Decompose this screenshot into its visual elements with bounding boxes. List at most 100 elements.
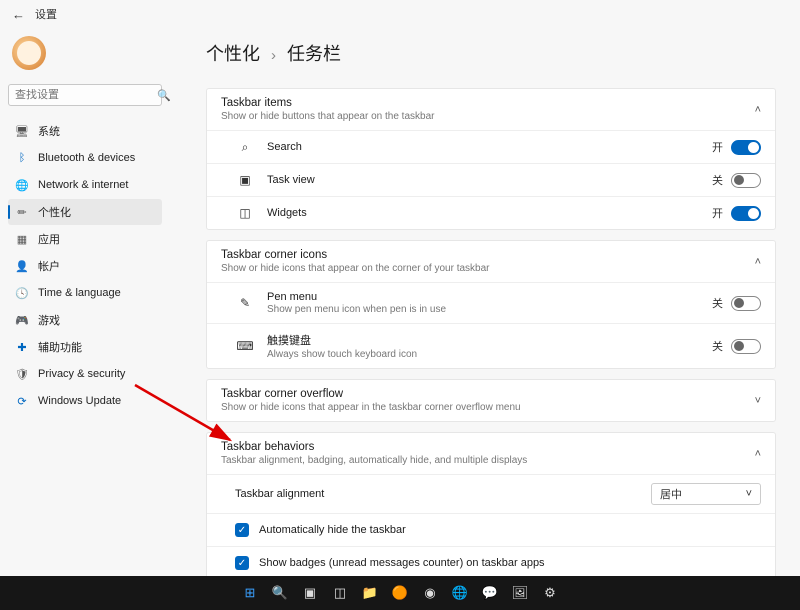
alignment-dropdown[interactable]: 居中 ˅: [651, 483, 761, 505]
sidebar-item[interactable]: 🖥系统: [8, 118, 162, 144]
label: Taskbar alignment: [235, 488, 324, 500]
nav-icon: ▦: [14, 233, 30, 246]
section-subtitle: Show or hide buttons that appear on the …: [221, 111, 755, 122]
setting-row: ⌨ 触摸键盘Always show touch keyboard icon关: [207, 323, 775, 368]
sidebar-item[interactable]: ᛒ Bluetooth & devices: [8, 145, 162, 171]
sidebar-item-label: Windows Update: [38, 395, 121, 407]
checkbox-row[interactable]: ✓ Automatically hide the taskbar: [207, 513, 775, 546]
toggle-state: 关: [712, 338, 723, 354]
nav-icon: 🛡: [14, 368, 30, 381]
sidebar-item-label: 个性化: [38, 204, 71, 220]
sidebar-item-label: 系统: [38, 123, 60, 139]
search-box[interactable]: 🔍: [8, 84, 162, 106]
row-label: Pen menu: [267, 291, 712, 303]
back-button[interactable]: ←: [12, 7, 25, 22]
checkbox[interactable]: ✓: [235, 523, 249, 537]
widgets-icon[interactable]: ◫: [329, 582, 351, 604]
sidebar-item[interactable]: ▦ 应用: [8, 226, 162, 252]
chrome-icon[interactable]: ◉: [419, 582, 441, 604]
section-subtitle: Show or hide icons that appear on the co…: [221, 263, 755, 274]
edge-icon[interactable]: 🌐: [449, 582, 471, 604]
chevron-down-icon: ˅: [755, 395, 761, 407]
row-sublabel: Show pen menu icon when pen is in use: [267, 304, 712, 315]
search-input[interactable]: [15, 89, 157, 101]
app-title: 设置: [35, 6, 57, 22]
checkbox-row[interactable]: ✓Show badges (unread messages counter) o…: [207, 546, 775, 576]
row-label: Search: [267, 141, 712, 153]
nav-icon: ✏: [14, 206, 30, 219]
chevron-right-icon: ›: [271, 47, 276, 64]
section-header[interactable]: Taskbar items Show or hide buttons that …: [207, 89, 775, 130]
start-button[interactable]: ⊞: [239, 582, 261, 604]
dropdown-value: 居中: [660, 486, 682, 502]
sidebar: 🔍 🖥系统 ᛒ Bluetooth & devices 🌐 Network & inte…: [0, 28, 170, 576]
sidebar-item[interactable]: ✏ 个性化: [8, 199, 162, 225]
content-area: 个性化 › 任务栏 Taskbar items Show or hide but…: [170, 28, 800, 576]
row-sublabel: Always show touch keyboard icon: [267, 349, 712, 360]
row-icon: ✎: [235, 296, 255, 310]
settings-icon[interactable]: ⚙: [539, 582, 561, 604]
sidebar-item-label: 游戏: [38, 312, 60, 328]
app-icon[interactable]: 💬: [479, 582, 501, 604]
row-taskbar-alignment: Taskbar alignment 居中 ˅: [207, 474, 775, 513]
sidebar-item-label: Bluetooth & devices: [38, 152, 135, 164]
row-icon: ⌨: [235, 339, 255, 353]
sidebar-item-label: Network & internet: [38, 179, 128, 191]
sidebar-item[interactable]: 👤 帐户: [8, 253, 162, 279]
toggle-switch[interactable]: [731, 296, 761, 311]
setting-row: ⌕ Search开: [207, 130, 775, 163]
setting-row: ◫ Widgets开: [207, 196, 775, 229]
section-header[interactable]: Taskbar corner overflow Show or hide ico…: [207, 380, 775, 421]
setting-row: ▣Task view关: [207, 163, 775, 196]
toggle-switch[interactable]: [731, 339, 761, 354]
sidebar-item-label: 帐户: [38, 258, 60, 274]
chevron-up-icon: ˄: [755, 448, 761, 460]
toggle-switch[interactable]: [731, 140, 761, 155]
sidebar-item[interactable]: 🛡 Privacy & security: [8, 361, 162, 387]
app-icon[interactable]: 🖼: [509, 582, 531, 604]
breadcrumb-current: 任务栏: [287, 44, 341, 64]
search-icon: 🔍: [157, 89, 171, 102]
breadcrumb-parent[interactable]: 个性化: [206, 44, 260, 64]
breadcrumb: 个性化 › 任务栏: [206, 40, 776, 66]
section-header[interactable]: Taskbar corner icons Show or hide icons …: [207, 241, 775, 282]
chevron-up-icon: ˄: [755, 256, 761, 268]
nav-icon: 🎮: [14, 314, 30, 327]
sidebar-item[interactable]: ✚辅助功能: [8, 334, 162, 360]
section-subtitle: Taskbar alignment, badging, automaticall…: [221, 455, 755, 466]
sidebar-item[interactable]: 🎮 游戏: [8, 307, 162, 333]
toggle-state: 开: [712, 205, 723, 221]
chevron-up-icon: ˄: [755, 104, 761, 116]
section-title: Taskbar corner overflow: [221, 388, 755, 400]
row-label: Task view: [267, 174, 712, 186]
sidebar-item[interactable]: 🌐 Network & internet: [8, 172, 162, 198]
avatar[interactable]: [12, 36, 46, 70]
section-subtitle: Show or hide icons that appear in the ta…: [221, 402, 755, 413]
checkbox[interactable]: ✓: [235, 556, 249, 570]
label: Automatically hide the taskbar: [259, 524, 406, 536]
row-label: Widgets: [267, 207, 712, 219]
sidebar-item[interactable]: 🕓Time & language: [8, 280, 162, 306]
sidebar-item-label: Privacy & security: [38, 368, 125, 380]
sidebar-item-label: Time & language: [38, 287, 121, 299]
nav-icon: 👤: [14, 260, 30, 273]
toggle-switch[interactable]: [731, 206, 761, 221]
sidebar-item[interactable]: ⟳ Windows Update: [8, 388, 162, 414]
search-icon[interactable]: 🔍: [269, 582, 291, 604]
browser-icon[interactable]: 🟠: [389, 582, 411, 604]
section-header[interactable]: Taskbar behaviors Taskbar alignment, bad…: [207, 433, 775, 474]
windows-taskbar[interactable]: ⊞ 🔍 ▣ ◫ 📁 🟠 ◉ 🌐 💬 🖼 ⚙: [0, 576, 800, 610]
section-taskbar-behaviors: Taskbar behaviors Taskbar alignment, bad…: [206, 432, 776, 576]
sidebar-item-label: 应用: [38, 231, 60, 247]
toggle-switch[interactable]: [731, 173, 761, 188]
toggle-state: 开: [712, 139, 723, 155]
explorer-icon[interactable]: 📁: [359, 582, 381, 604]
row-icon: ◫: [235, 206, 255, 220]
row-icon: ⌕: [235, 140, 255, 155]
nav-icon: ⟳: [14, 395, 30, 408]
task-view-icon[interactable]: ▣: [299, 582, 321, 604]
section-title: Taskbar items: [221, 97, 755, 109]
nav-icon: 🌐: [14, 179, 30, 192]
nav-icon: ᛒ: [14, 152, 30, 164]
row-label: 触摸键盘: [267, 332, 712, 348]
